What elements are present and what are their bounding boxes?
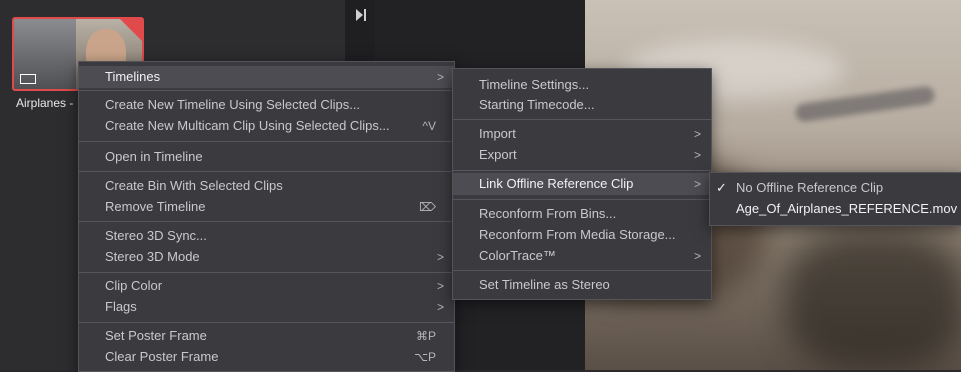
chevron-right-icon: > [436,300,444,314]
menu-item-set-timeline-stereo[interactable]: Set Timeline as Stereo [453,274,711,296]
selected-marker [120,19,142,41]
checkmark-icon: ✓ [716,180,727,195]
chevron-right-icon: > [693,249,701,263]
menu-item-create-bin[interactable]: Create Bin With Selected Clips [79,175,454,197]
menu-item-export[interactable]: Export > [453,144,711,166]
menu-item-colortrace[interactable]: ColorTrace™ > [453,245,711,267]
context-menu: Timelines > Create New Timeline Using Sel… [78,61,455,372]
offline-reference-submenu: ✓ No Offline Reference Clip Age_Of_Airpl… [709,172,961,226]
chevron-right-icon: > [436,250,444,264]
menu-item-reconform-bins[interactable]: Reconform From Bins... [453,203,711,225]
chevron-right-icon: > [693,177,701,191]
timelines-submenu: Timeline Settings... Starting Timecode..… [452,68,712,300]
menu-item-reconform-media[interactable]: Reconform From Media Storage... [453,224,711,246]
menu-item-import[interactable]: Import > [453,123,711,145]
chevron-right-icon: > [436,279,444,293]
menu-item-create-timeline[interactable]: Create New Timeline Using Selected Clips… [79,94,454,116]
menu-item-no-offline-reference[interactable]: ✓ No Offline Reference Clip [710,177,961,199]
chevron-right-icon: > [436,70,444,84]
play-to-end-icon[interactable] [355,8,367,22]
delete-icon: ⌦ [419,200,436,214]
chevron-right-icon: > [693,148,701,162]
menu-item-clear-poster-frame[interactable]: Clear Poster Frame ⌥P [79,346,454,368]
timeline-icon [20,74,36,84]
menu-item-timeline-settings[interactable]: Timeline Settings... [453,74,711,96]
menu-item-open-in-timeline[interactable]: Open in Timeline [79,146,454,168]
menu-item-flags[interactable]: Flags > [79,296,454,318]
menu-item-starting-timecode[interactable]: Starting Timecode... [453,94,711,116]
menu-item-set-poster-frame[interactable]: Set Poster Frame ⌘P [79,325,454,347]
chevron-right-icon: > [693,127,701,141]
menu-item-remove-timeline[interactable]: Remove Timeline ⌦ [79,196,454,218]
menu-item-reference-file[interactable]: Age_Of_Airplanes_REFERENCE.mov [710,198,961,220]
menu-item-stereo-mode[interactable]: Stereo 3D Mode > [79,246,454,268]
menu-item-timelines[interactable]: Timelines > [79,66,454,88]
menu-item-create-multicam[interactable]: Create New Multicam Clip Using Selected … [79,115,454,137]
menu-item-link-offline-reference[interactable]: Link Offline Reference Clip > [453,173,711,195]
clip-name: Airplanes - [16,96,74,110]
menu-item-stereo-sync[interactable]: Stereo 3D Sync... [79,225,454,247]
menu-item-clip-color[interactable]: Clip Color > [79,275,454,297]
